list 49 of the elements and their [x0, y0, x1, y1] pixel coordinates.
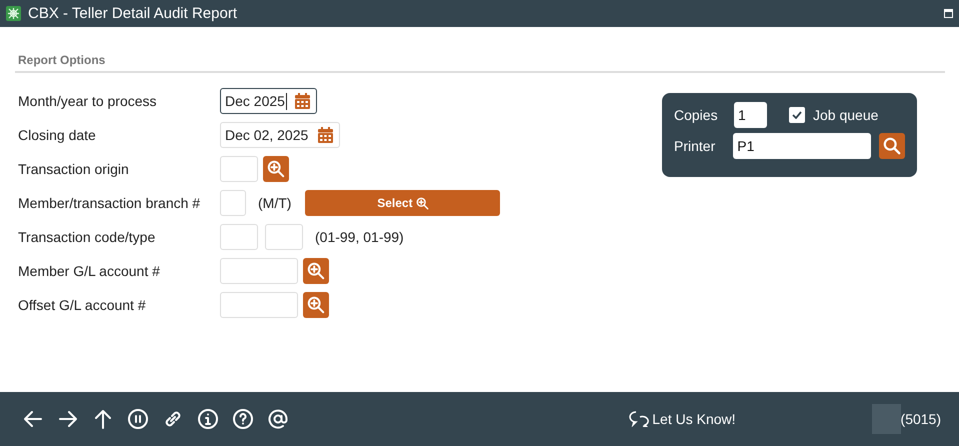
- job-queue-checkbox[interactable]: [789, 107, 805, 123]
- section-title: Report Options: [18, 53, 106, 67]
- date-field[interactable]: Dec 02, 2025: [220, 122, 340, 148]
- select-button[interactable]: Select: [305, 190, 500, 216]
- window-title: CBX - Teller Detail Audit Report: [28, 5, 237, 22]
- input-field[interactable]: [265, 224, 303, 250]
- field-label: Closing date: [18, 127, 97, 143]
- at-sign-icon[interactable]: [267, 408, 289, 430]
- zoom-in-icon: [307, 262, 325, 280]
- lookup-button[interactable]: [303, 258, 329, 284]
- zoom-in-icon: [416, 196, 429, 210]
- field-label: Offset G/L account #: [18, 297, 147, 313]
- checkbox-label: Job queue: [813, 107, 878, 123]
- search-button[interactable]: [879, 133, 905, 159]
- forward-arrow-icon[interactable]: [57, 408, 79, 430]
- field-label: Copies: [674, 107, 719, 123]
- feedback-link[interactable]: Let Us Know!: [652, 411, 736, 427]
- app-logo-icon: [6, 6, 21, 21]
- field-hint: (M/T): [258, 195, 292, 211]
- date-field[interactable]: Dec 2025: [220, 88, 317, 114]
- input-field[interactable]: [220, 224, 258, 250]
- input-field[interactable]: [220, 156, 258, 182]
- maximize-icon[interactable]: [944, 9, 953, 18]
- printer-field[interactable]: P1: [733, 133, 872, 159]
- copies-field[interactable]: 1: [734, 102, 767, 128]
- field-label: Transaction origin: [18, 161, 130, 177]
- search-icon: [883, 137, 902, 155]
- calendar-icon[interactable]: [318, 127, 333, 143]
- screen-code: (5015): [900, 411, 941, 427]
- check-icon: [792, 111, 802, 119]
- field-hint: (01-99, 01-99): [315, 229, 404, 245]
- field-label: Transaction code/type: [18, 229, 156, 245]
- zoom-in-icon: [307, 296, 325, 314]
- back-arrow-icon[interactable]: [22, 408, 44, 430]
- lookup-button[interactable]: [303, 292, 329, 318]
- pause-icon[interactable]: [127, 408, 149, 430]
- calendar-icon[interactable]: [295, 93, 310, 109]
- field-label: Printer: [674, 138, 716, 154]
- field-label: Member/transaction branch #: [18, 195, 202, 211]
- input-field[interactable]: [220, 292, 298, 318]
- input-field[interactable]: [220, 190, 246, 216]
- zoom-in-icon: [267, 160, 285, 178]
- input-field[interactable]: [220, 258, 298, 284]
- help-icon[interactable]: [232, 408, 254, 430]
- lookup-button[interactable]: [263, 156, 289, 182]
- field-label: Month/year to process: [18, 93, 158, 109]
- up-arrow-icon[interactable]: [92, 408, 114, 430]
- info-icon[interactable]: [197, 408, 219, 430]
- field-label: Member G/L account #: [18, 263, 161, 279]
